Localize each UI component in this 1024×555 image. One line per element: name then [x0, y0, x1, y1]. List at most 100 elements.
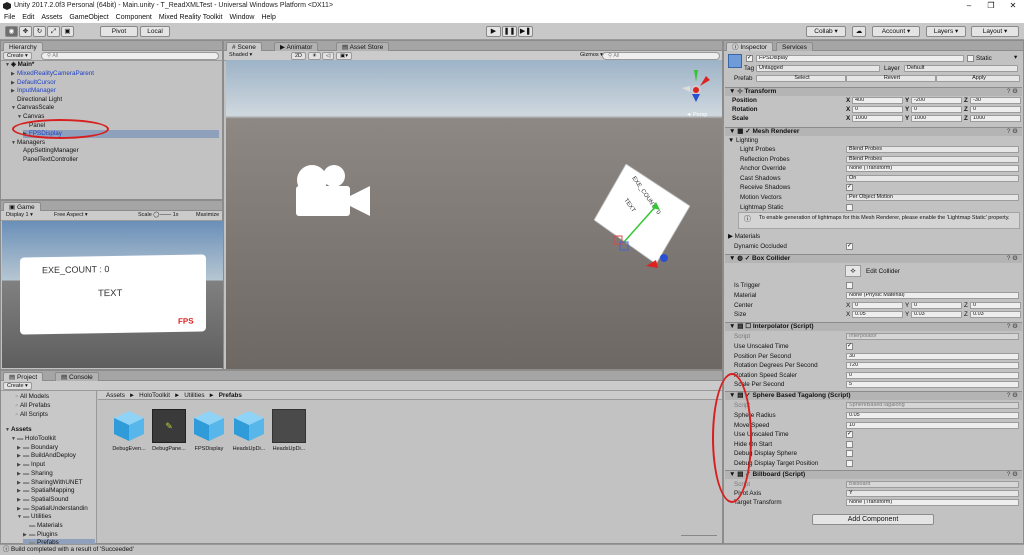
tab-services[interactable]: Services [776, 42, 813, 51]
prefab-cube-icon[interactable] [192, 409, 226, 443]
display-dropdown[interactable]: Display 1 ▾ [3, 212, 47, 220]
mesh-renderer-property-checkbox[interactable]: ✓ [846, 184, 853, 192]
shading-dropdown[interactable]: Shaded ▾ [226, 52, 288, 60]
component-settings-icon[interactable]: ? ⚙ [1007, 255, 1018, 263]
object-name-field[interactable]: FPSDisplay [756, 55, 964, 62]
folder-item[interactable]: ▶ ▬ BuildAndDeploy [17, 452, 76, 460]
menu-component[interactable]: Component [116, 12, 152, 23]
center-y-field[interactable]: 0 [911, 302, 962, 309]
mesh-renderer-property-checkbox[interactable] [846, 203, 853, 211]
edit-collider-icon[interactable]: ⟡ [845, 265, 861, 277]
scale-y-field[interactable]: 1000 [911, 115, 962, 122]
move-tool-icon[interactable]: ✥ [19, 26, 32, 37]
folder-item[interactable]: ▶ ▬ Input [17, 461, 45, 469]
rotation-z-field[interactable]: 0 [970, 106, 1021, 113]
menu-help[interactable]: Help [261, 12, 275, 23]
hierarchy-create-button[interactable]: Create ▾ [3, 52, 32, 60]
prefab-cube-icon[interactable] [112, 409, 146, 443]
layout-dropdown[interactable]: Layout ▾ [971, 26, 1019, 37]
tab-console[interactable]: ▤ Console [55, 372, 99, 381]
folder-item[interactable]: ▼▬ HoloToolkit [11, 435, 56, 443]
tab-asset-store[interactable]: ▤ Asset Store [336, 42, 390, 51]
component-settings-icon[interactable]: ? ⚙ [1007, 392, 1018, 400]
prefab-apply-button[interactable]: Apply [936, 75, 1020, 82]
view-tool-icon[interactable]: ◉ [5, 26, 18, 37]
mesh-renderer-property-dropdown[interactable]: On [846, 174, 1019, 182]
fps-display-object[interactable]: EXE_COUNT : 0 TEXT [594, 164, 690, 274]
component-settings-icon[interactable]: ? ⚙ [1007, 471, 1018, 479]
scene-search-input[interactable]: ⚲ All [602, 52, 720, 60]
persp-label[interactable]: ◄ Persp [686, 112, 707, 118]
hierarchy-item[interactable]: PanelTextController [17, 156, 78, 164]
sphere-tagalong-property-checkbox[interactable]: ✓ [846, 431, 853, 439]
lighting-foldout[interactable]: ▼ Lighting [728, 137, 758, 144]
mesh-renderer-property-dropdown[interactable]: Blend Probes [846, 155, 1019, 163]
mesh-renderer-property-field[interactable]: None (Transform) [846, 165, 1019, 173]
menu-gameobject[interactable]: GameObject [69, 12, 108, 23]
maximize-on-play-toggle[interactable]: Maximize [193, 212, 222, 220]
step-button[interactable]: ▶❚ [518, 26, 533, 37]
position-y-field[interactable]: -200 [911, 97, 962, 104]
hierarchy-item[interactable]: ▶ InputManager [11, 87, 56, 95]
sphere-tagalong-property-field[interactable]: 10 [846, 421, 1019, 429]
component-settings-icon[interactable]: ? ⚙ [1007, 88, 1018, 96]
static-checkbox[interactable] [967, 55, 974, 62]
folder-item[interactable]: ▶ ▬ SpatialMapping [17, 487, 74, 495]
folder-item[interactable]: ▶ ▬ SpatialSound [17, 496, 69, 504]
favorite-item[interactable]: ⌕ All Scripts [15, 411, 48, 419]
folder-item[interactable]: ▶ ▬ SpatialUnderstandin [17, 505, 88, 513]
collab-dropdown[interactable]: Collab ▾ [806, 26, 846, 37]
maximize-button[interactable]: ❐ [980, 0, 1002, 12]
local-toggle[interactable]: Local [140, 26, 170, 37]
scale-slider[interactable]: Scale ◯─── 1x [135, 212, 181, 220]
mesh-renderer-property-dropdown[interactable]: Blend Probes [846, 146, 1019, 153]
position-z-field[interactable]: -30 [970, 97, 1021, 104]
menu-assets[interactable]: Assets [41, 12, 62, 23]
effects-dropdown-icon[interactable]: ▣▾ [336, 52, 352, 60]
mode-2d-toggle[interactable]: 2D [291, 52, 307, 60]
is-trigger-checkbox[interactable] [846, 282, 853, 289]
sphere-tagalong-header[interactable]: ▼ ▤ ✓ Sphere Based Tagalong (Script)? ⚙ [725, 391, 1022, 400]
billboard-header[interactable]: ▼ ▤ ✓ Billboard (Script)? ⚙ [725, 470, 1022, 479]
scale-z-field[interactable]: 1000 [970, 115, 1021, 122]
tab-project[interactable]: ▤ Project [3, 372, 44, 381]
mesh-renderer-header[interactable]: ▼ ▦ ✓ Mesh Renderer? ⚙ [725, 127, 1022, 136]
pivot-toggle[interactable]: Pivot [100, 26, 138, 37]
folder-item[interactable]: ▬ Materials [23, 522, 63, 530]
interpolator-property-field[interactable]: 30 [846, 352, 1019, 360]
scene-root[interactable]: ▼◈ Main* [5, 61, 34, 69]
transform-header[interactable]: ▼ ⊹ Transform? ⚙ [725, 87, 1022, 96]
size-x-field[interactable]: 0.05 [852, 311, 903, 318]
layer-dropdown[interactable]: Default [904, 65, 1018, 72]
center-x-field[interactable]: 0 [852, 302, 903, 309]
tab-animator[interactable]: ▶ Animator [274, 42, 319, 51]
folder-item[interactable]: ▶ ▬ Boundary [17, 444, 58, 452]
tab-hierarchy[interactable]: Hierarchy [3, 42, 43, 51]
breadcrumb-item[interactable]: Assets [106, 392, 125, 399]
scene-orientation-gizmo-icon[interactable] [676, 68, 716, 110]
assets-root[interactable]: ▼Assets [5, 426, 32, 434]
menu-file[interactable]: File [4, 12, 15, 23]
center-z-field[interactable]: 0 [970, 302, 1021, 309]
menu-edit[interactable]: Edit [22, 12, 34, 23]
sphere-tagalong-property-checkbox[interactable] [846, 450, 853, 458]
icon-size-slider[interactable] [681, 535, 717, 539]
scale-x-field[interactable]: 1000 [852, 115, 903, 122]
favorite-item[interactable]: ⌕ All Models [15, 393, 49, 401]
position-x-field[interactable]: 400 [852, 97, 903, 104]
hierarchy-item[interactable]: ▶ MixedRealityCameraParent [11, 70, 94, 78]
sphere-tagalong-property-checkbox[interactable] [846, 460, 853, 467]
close-button[interactable]: ✕ [1002, 0, 1024, 12]
sphere-tagalong-property-field[interactable]: 0.05 [846, 412, 1019, 419]
folder-item[interactable]: ▶ ▬ SharingWithUNET [17, 479, 83, 487]
hierarchy-search-input[interactable]: ⚲ All [41, 52, 219, 60]
rotation-y-field[interactable]: 0 [911, 106, 962, 113]
hierarchy-item[interactable]: ▼CanvasScale [11, 104, 54, 112]
prefab-select-button[interactable]: Select [756, 75, 846, 82]
account-dropdown[interactable]: Account ▾ [872, 26, 920, 37]
pivot-axis-dropdown[interactable]: Y [846, 490, 1019, 497]
breadcrumb-item[interactable]: Prefabs [219, 392, 242, 399]
menu-mixed-reality-toolkit[interactable]: Mixed Reality Toolkit [159, 12, 223, 23]
hierarchy-item[interactable]: Directional Light [11, 96, 62, 104]
physic-material-field[interactable]: None (Physic Material) [846, 292, 1019, 299]
